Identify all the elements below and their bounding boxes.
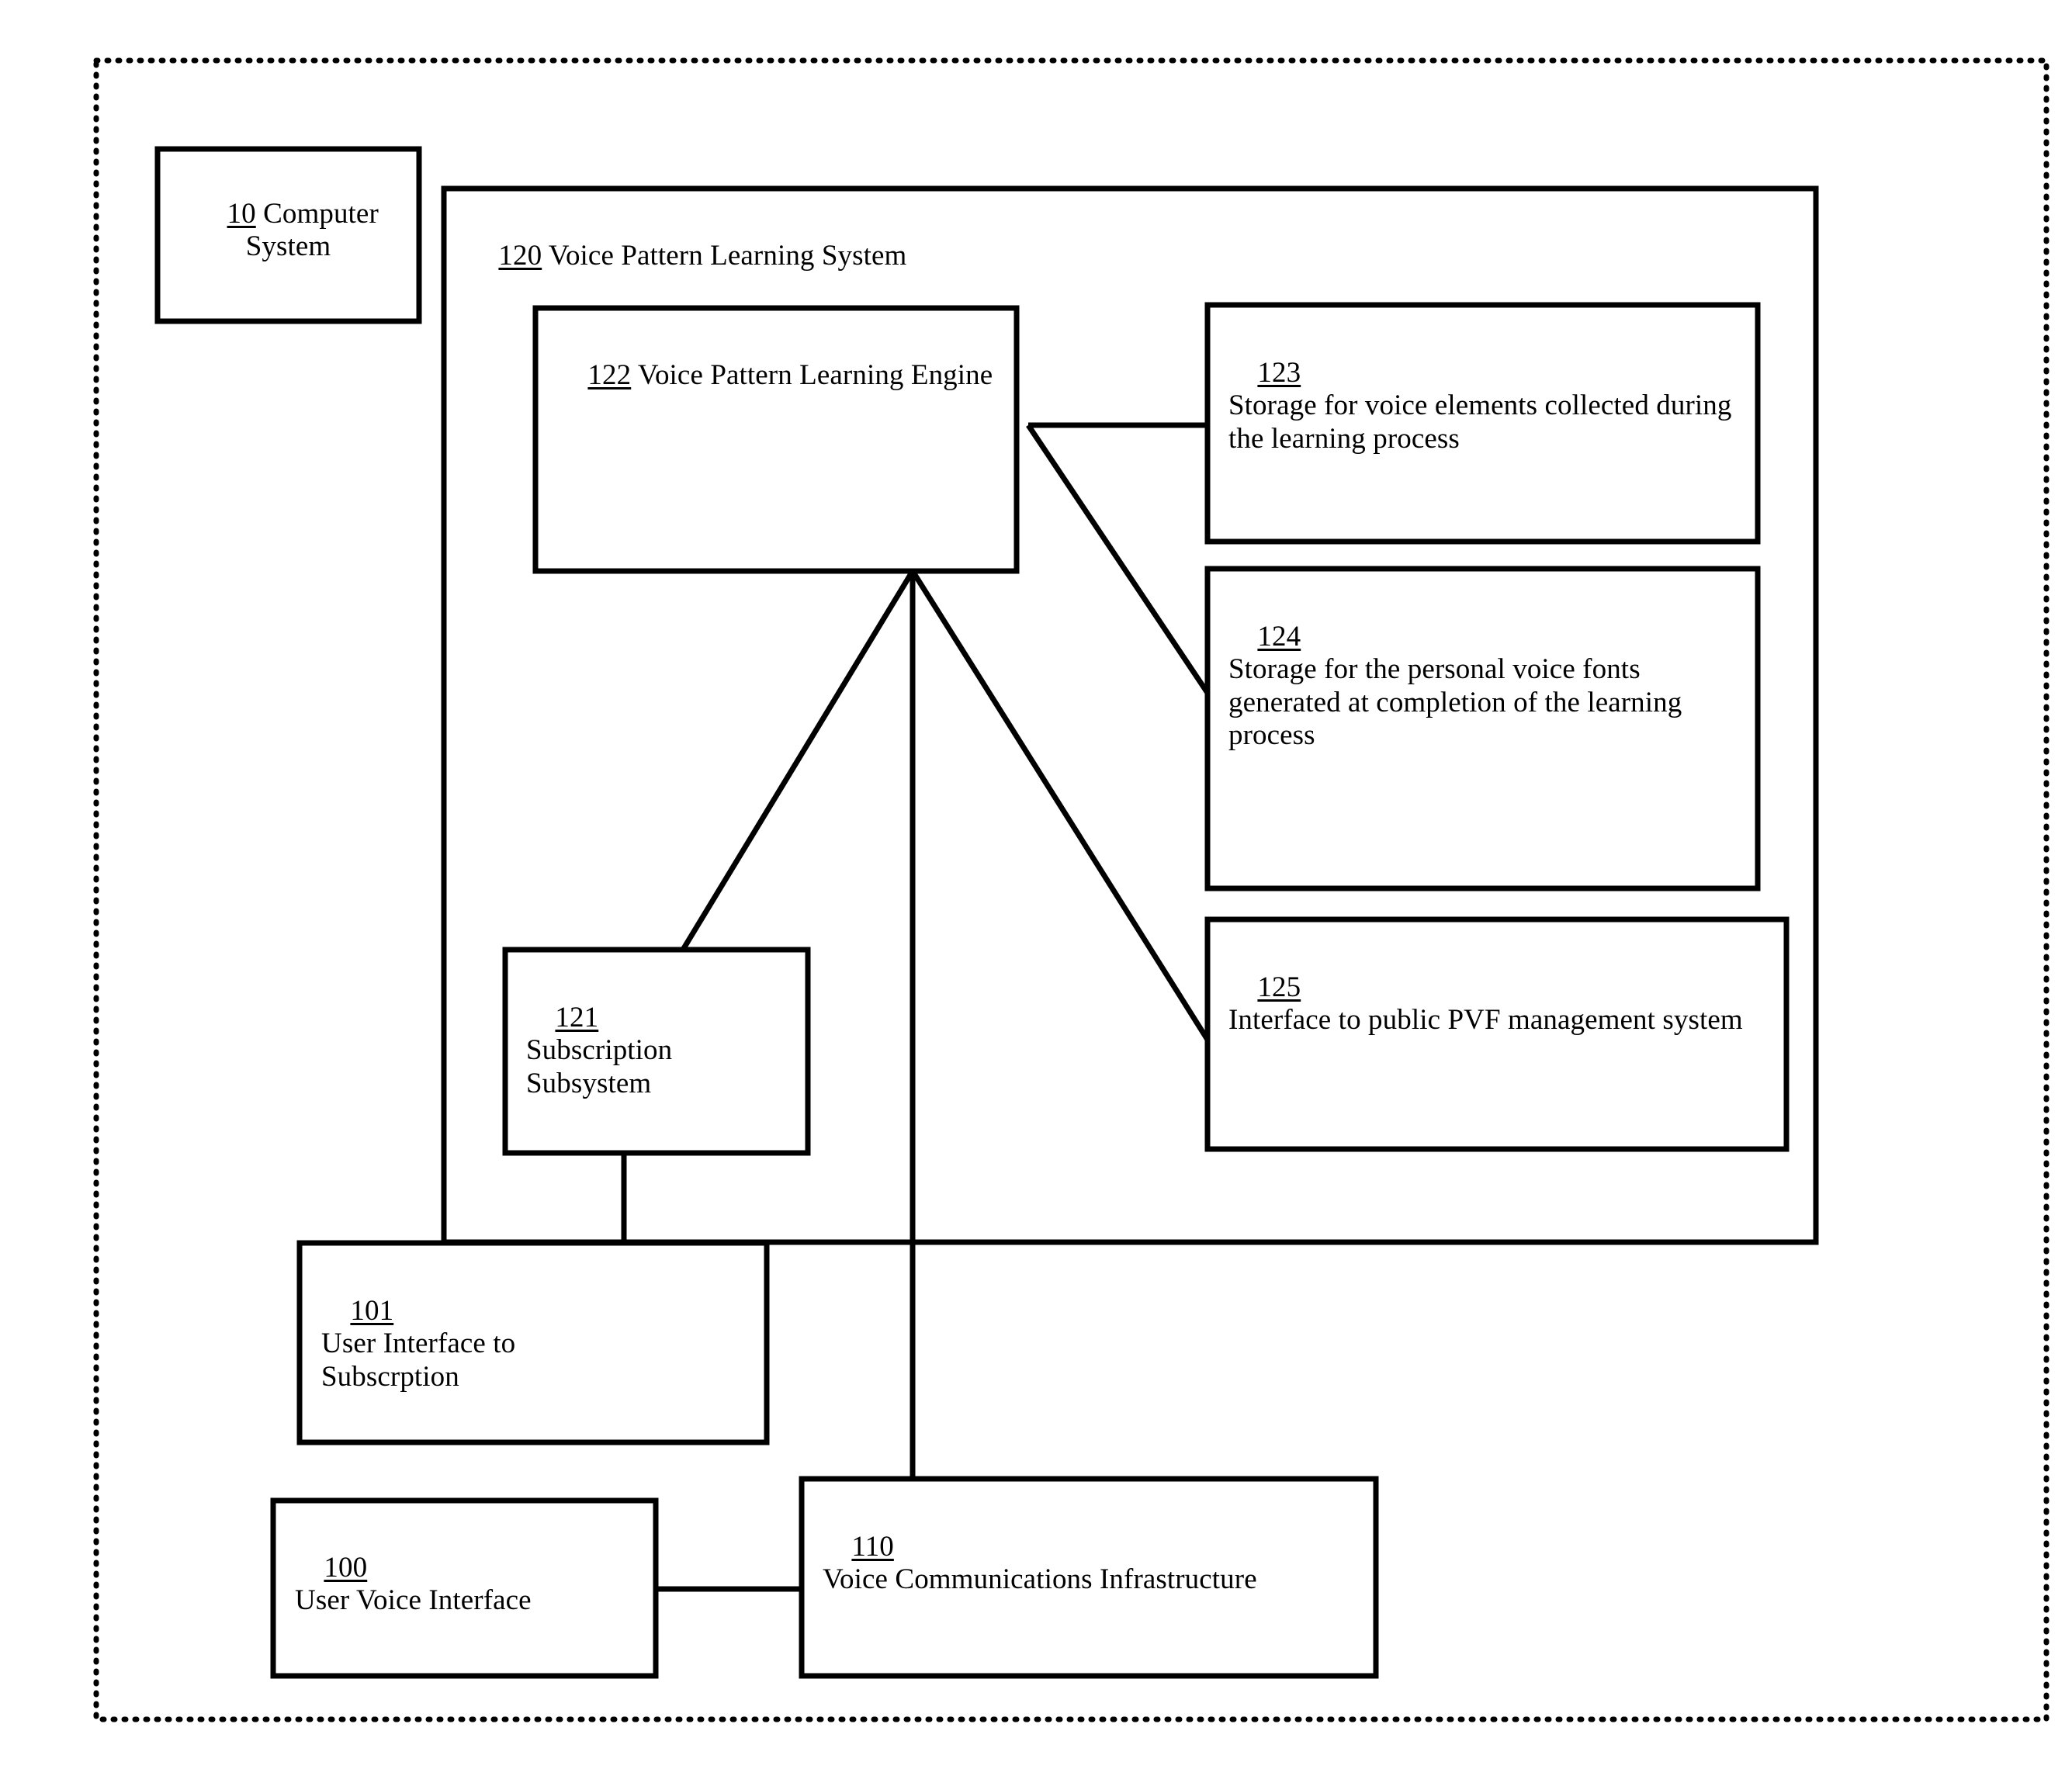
box-subscription-subsystem	[502, 947, 811, 1156]
box-user-voice-interface	[270, 1497, 659, 1679]
patent-figure: 10 Computer System 120 Voice Pattern Lear…	[0, 0, 2072, 1769]
box-voice-communications-infrastructure	[799, 1476, 1379, 1679]
box-voice-pattern-learning-engine	[532, 305, 1020, 574]
box-storage-personal-voice-fonts	[1204, 566, 1761, 891]
box-storage-voice-elements	[1204, 302, 1761, 545]
figure-canvas	[93, 57, 2049, 1722]
box-interface-public-pvf	[1204, 916, 1790, 1152]
box-computer-system	[154, 146, 422, 324]
box-user-interface-subscription	[296, 1240, 770, 1445]
